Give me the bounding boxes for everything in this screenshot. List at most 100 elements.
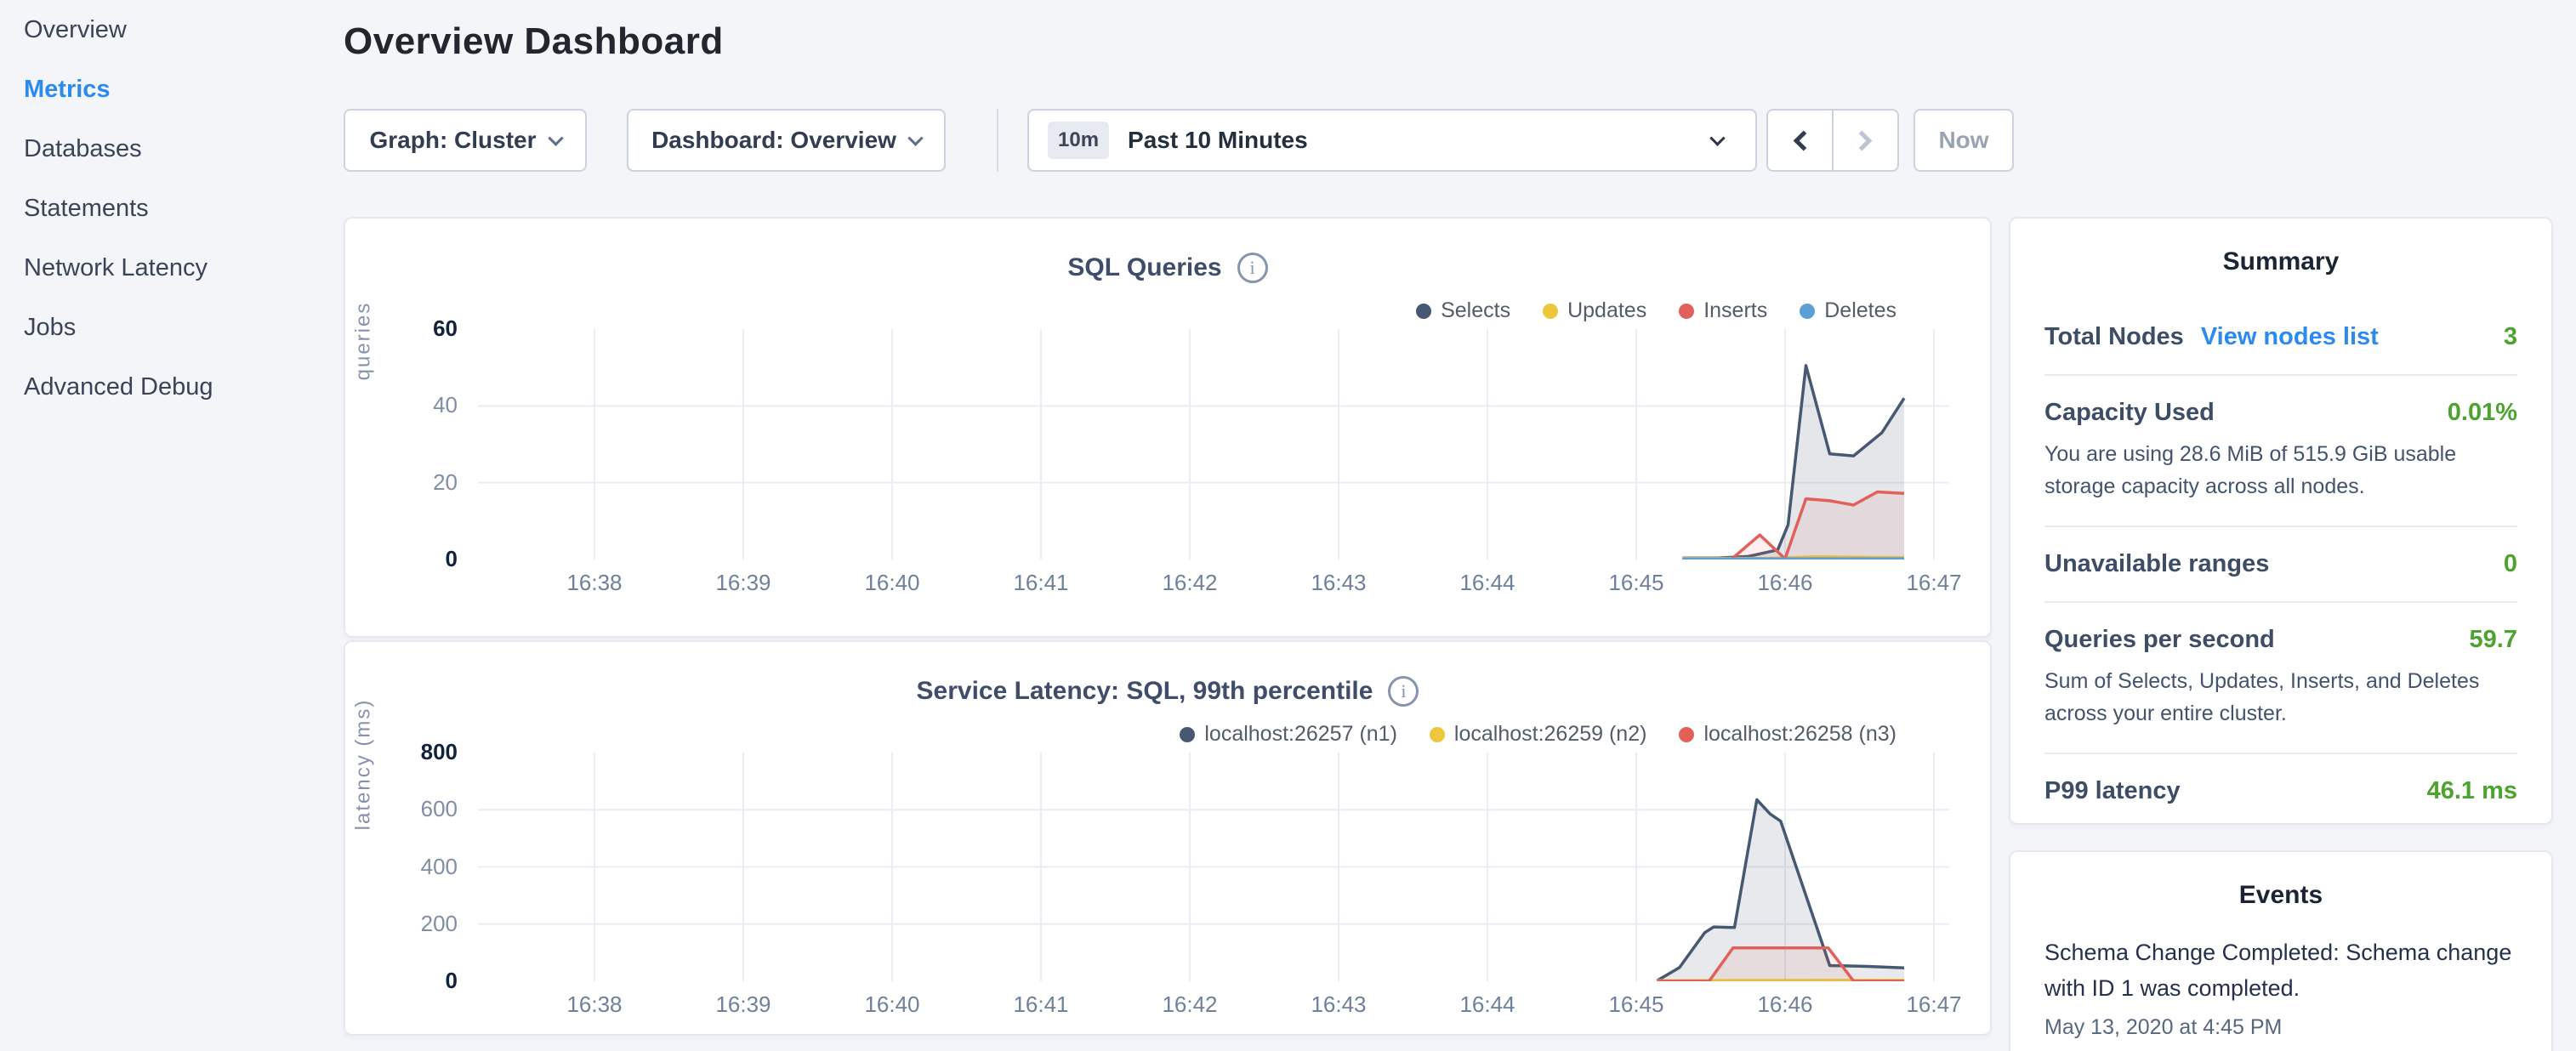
legend-label: localhost:26257 (n1) (1204, 722, 1397, 747)
x-axis-tick-label: 16:47 (1874, 570, 1993, 596)
legend-dot-icon (1416, 304, 1431, 319)
event-text[interactable]: Schema Change Completed: Schema change w… (2044, 935, 2517, 1007)
legend-item[interactable]: Updates (1543, 298, 1646, 323)
y-axis-tick-label: 0 (379, 968, 458, 994)
x-axis-tick-label: 16:39 (684, 991, 803, 1018)
summary-row-label: P99 latency (2044, 777, 2181, 805)
chevron-right-icon (1851, 130, 1872, 151)
time-range-selector[interactable]: 10m Past 10 Minutes (1027, 109, 1757, 172)
events-title: Events (2044, 881, 2517, 910)
sidebar-item-overview[interactable]: Overview (0, 0, 340, 60)
chart-plot-area[interactable] (478, 753, 1949, 981)
summary-panel: Summary Total Nodes View nodes list 3 Capac… (2009, 217, 2553, 825)
legend-dot-icon (1430, 727, 1445, 742)
chevron-down-icon (548, 130, 563, 145)
x-axis-tick-label: 16:39 (684, 570, 803, 596)
sidebar-item-network-latency[interactable]: Network Latency (0, 238, 340, 298)
legend-dot-icon (1800, 304, 1815, 319)
legend-item[interactable]: Deletes (1800, 298, 1896, 323)
sidebar-item-metrics[interactable]: Metrics (0, 60, 340, 119)
chart-title: Service Latency: SQL, 99th percentile (917, 677, 1373, 706)
chart-legend: Selects Updates Inserts Deletes (1416, 298, 1896, 323)
chart-plot-area[interactable] (478, 329, 1949, 560)
x-axis-tick-label: 16:40 (833, 991, 952, 1018)
summary-row: Capacity Used0.01%You are using 28.6 MiB… (2044, 374, 2517, 526)
toolbar-divider (997, 109, 998, 172)
time-window-pager (1766, 109, 1899, 172)
page-title: Overview Dashboard (344, 20, 724, 63)
service-latency-chart-card: Service Latency: SQL, 99th percentile i … (344, 640, 1992, 1036)
next-time-window-button[interactable] (1832, 111, 1897, 170)
sql-queries-chart-card: SQL Queries i Selects Updates Inserts Delet… (344, 217, 1992, 638)
time-range-badge: 10m (1048, 122, 1109, 159)
legend-label: Inserts (1703, 298, 1767, 323)
summary-row-value: 3 (2504, 323, 2517, 351)
legend-item[interactable]: localhost:26259 (n2) (1430, 722, 1647, 747)
legend-item[interactable]: localhost:26257 (n1) (1180, 722, 1397, 747)
x-axis-tick-label: 16:46 (1726, 991, 1845, 1018)
x-axis-tick-label: 16:45 (1577, 991, 1696, 1018)
y-axis-tick-label: 40 (379, 392, 458, 418)
summary-row-label: Queries per second (2044, 626, 2275, 654)
legend-item[interactable]: Inserts (1679, 298, 1767, 323)
legend-label: Selects (1441, 298, 1510, 323)
summary-row-value: 0 (2504, 550, 2517, 578)
y-axis-tick-label: 800 (379, 739, 458, 765)
y-axis-ticks: 0204060 (379, 329, 458, 560)
view-nodes-list-link[interactable]: View nodes list (2201, 323, 2379, 351)
dashboard-dropdown[interactable]: Dashboard: Overview (627, 109, 946, 172)
x-axis-tick-label: 16:45 (1577, 570, 1696, 596)
sidebar-item-jobs[interactable]: Jobs (0, 298, 340, 357)
summary-row: P99 latency 46.1 ms (2044, 753, 2517, 828)
summary-row-description: Sum of Selects, Updates, Inserts, and De… (2044, 666, 2517, 730)
chart-legend: localhost:26257 (n1) localhost:26259 (n2)… (1180, 722, 1896, 747)
legend-label: Deletes (1824, 298, 1896, 323)
legend-label: localhost:26258 (n3) (1703, 722, 1896, 747)
chevron-down-icon (1709, 130, 1725, 145)
sidebar-item-statements[interactable]: Statements (0, 179, 340, 238)
now-button[interactable]: Now (1914, 109, 2014, 172)
info-icon[interactable]: i (1237, 253, 1268, 283)
x-axis-tick-label: 16:46 (1726, 570, 1845, 596)
events-panel: Events Schema Change Completed: Schema c… (2009, 850, 2553, 1051)
legend-label: localhost:26259 (n2) (1454, 722, 1647, 747)
x-axis-tick-label: 16:43 (1279, 570, 1398, 596)
chevron-down-icon (907, 130, 923, 145)
info-icon[interactable]: i (1388, 676, 1419, 707)
y-axis-tick-label: 200 (379, 911, 458, 937)
sidebar-item-advanced-debug[interactable]: Advanced Debug (0, 357, 340, 417)
legend-dot-icon (1180, 727, 1195, 742)
x-axis-tick-label: 16:42 (1130, 570, 1249, 596)
legend-item[interactable]: localhost:26258 (n3) (1679, 722, 1896, 747)
summary-row-value: 46.1 ms (2427, 777, 2517, 805)
dashboard-dropdown-label: Dashboard: Overview (651, 127, 896, 154)
summary-row-label: Total Nodes (2044, 323, 2184, 351)
x-axis-tick-label: 16:38 (535, 991, 654, 1018)
graph-scope-dropdown-label: Graph: Cluster (369, 127, 536, 154)
x-axis-tick-label: 16:41 (981, 991, 1100, 1018)
x-axis-tick-label: 16:44 (1428, 991, 1547, 1018)
sidebar-item-databases[interactable]: Databases (0, 119, 340, 179)
summary-row-label: Capacity Used (2044, 399, 2215, 427)
legend-item[interactable]: Selects (1416, 298, 1510, 323)
summary-row-value: 59.7 (2470, 626, 2517, 654)
summary-title: Summary (2044, 247, 2517, 276)
summary-row-description: You are using 28.6 MiB of 515.9 GiB usab… (2044, 439, 2517, 503)
y-axis-ticks: 0200400600800 (379, 753, 458, 981)
legend-dot-icon (1543, 304, 1558, 319)
legend-dot-icon (1679, 727, 1694, 742)
summary-row: Total Nodes View nodes list 3 (2044, 300, 2517, 374)
sidebar: Overview Metrics Databases Statements Ne… (0, 0, 340, 1051)
prev-time-window-button[interactable] (1768, 111, 1832, 170)
y-axis-tick-label: 60 (379, 315, 458, 342)
x-axis-tick-label: 16:47 (1874, 991, 1993, 1018)
x-axis-tick-label: 16:43 (1279, 991, 1398, 1018)
chart-title: SQL Queries (1067, 253, 1221, 282)
x-axis-tick-label: 16:40 (833, 570, 952, 596)
summary-rows: Total Nodes View nodes list 3 Capacity Used… (2044, 300, 2517, 828)
graph-scope-dropdown[interactable]: Graph: Cluster (344, 109, 587, 172)
y-axis-tick-label: 0 (379, 546, 458, 572)
x-axis-tick-label: 16:41 (981, 570, 1100, 596)
y-axis-tick-label: 400 (379, 854, 458, 880)
x-axis-tick-label: 16:44 (1428, 570, 1547, 596)
